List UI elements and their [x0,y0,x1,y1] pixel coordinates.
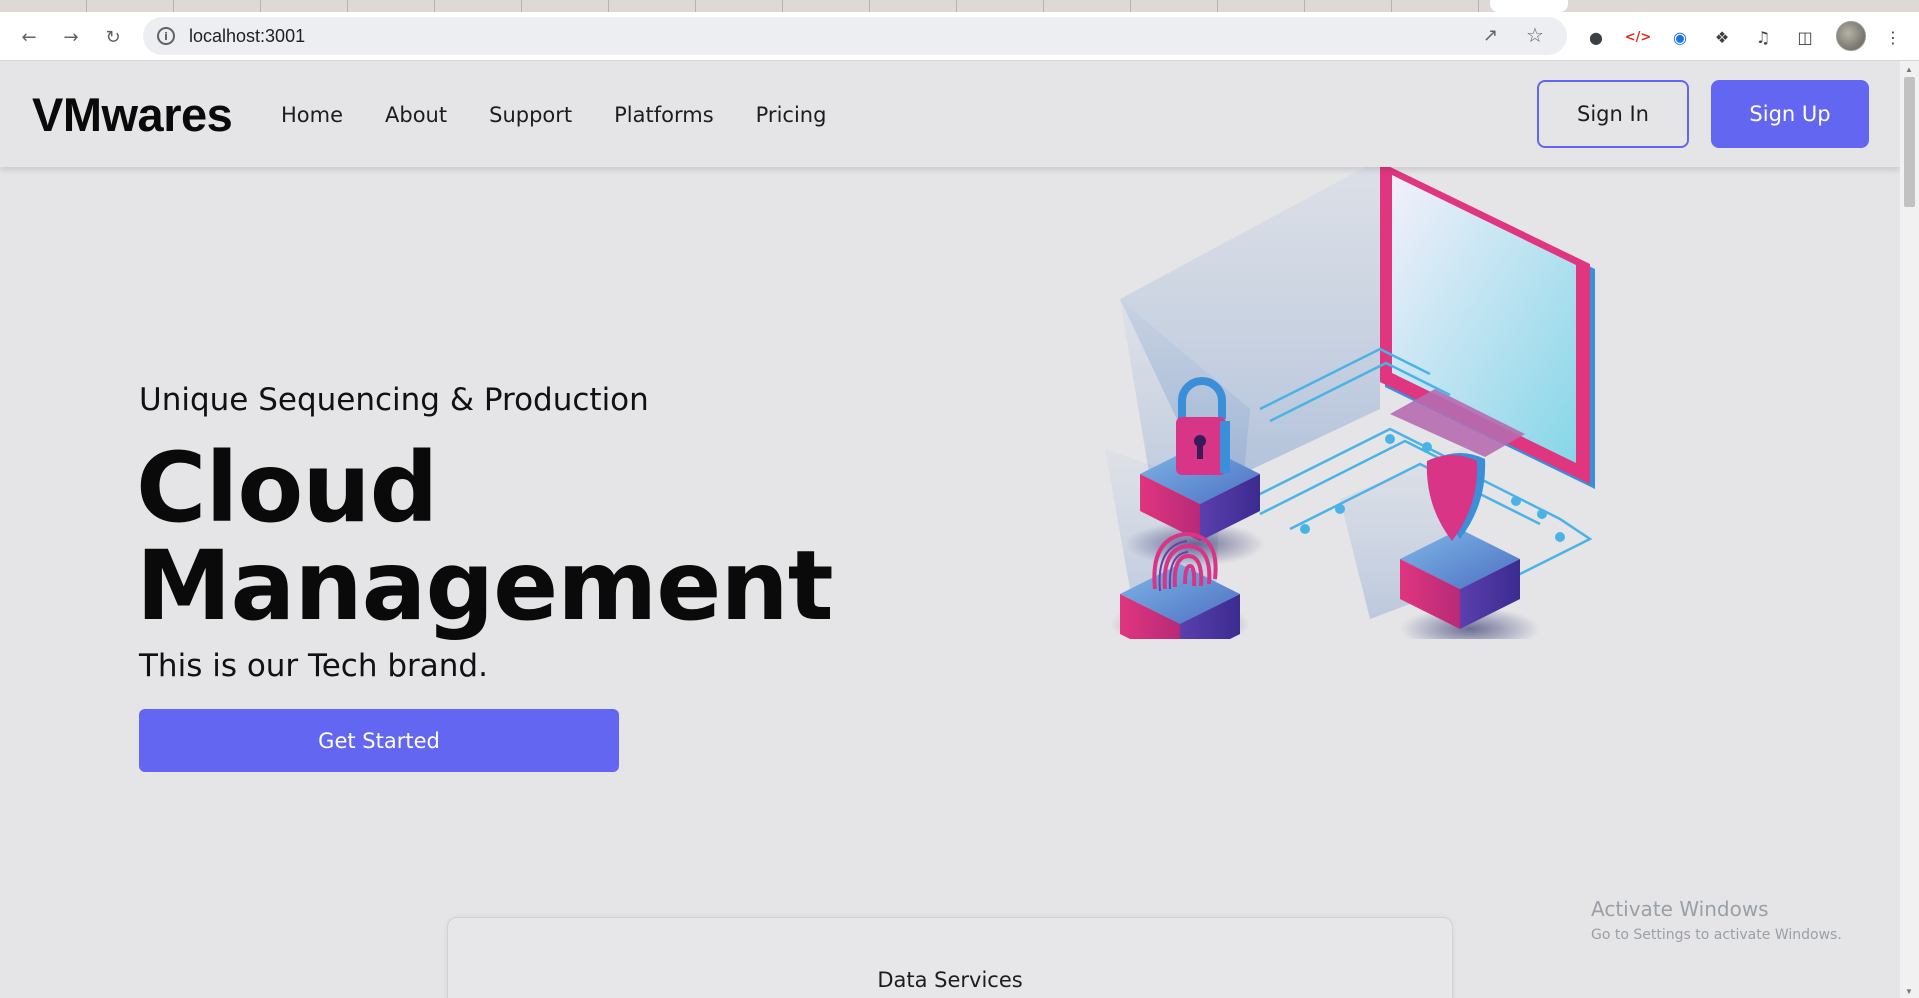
nav-link-platforms[interactable]: Platforms [614,103,714,127]
hero-subtitle: Unique Sequencing & Production [139,382,649,418]
windows-activation-watermark: Activate Windows Go to Settings to activ… [1591,897,1842,943]
browser-tab-strip [0,0,1919,12]
scrollbar-thumb[interactable] [1904,77,1915,207]
tab-separators [0,0,1490,12]
url-text[interactable]: localhost:3001 [189,26,305,47]
bug-extension-icon[interactable]: ● [1583,24,1609,50]
scroll-up-arrow-icon[interactable]: ▲ [1905,65,1913,74]
cloud-security-illustration [1105,159,1595,639]
nav-link-pricing[interactable]: Pricing [756,103,827,127]
chrome-extension-icon[interactable]: ◉ [1667,24,1693,50]
scroll-down-arrow-icon[interactable]: ▼ [1905,987,1913,996]
brand-logo[interactable]: VMwares [32,87,233,142]
watermark-subtitle: Go to Settings to activate Windows. [1591,927,1842,943]
nav-link-home[interactable]: Home [281,103,343,127]
hero-title-line1: Cloud [136,432,438,544]
reload-icon[interactable]: ↻ [98,22,128,52]
page-viewport: VMwares Home About Support Platforms Pri… [0,61,1900,998]
profile-avatar[interactable] [1836,21,1866,51]
page-scrollbar[interactable]: ▲ ▼ [1900,61,1919,998]
hero-title: Cloud Management [136,432,834,642]
active-tab[interactable] [1490,0,1568,12]
browser-toolbar: ← → ↻ i localhost:3001 ↗ ☆ ● </> ◉ ❖ ♫ ◫… [0,12,1919,61]
hero-description: This is our Tech brand. [139,648,488,684]
watermark-title: Activate Windows [1591,897,1769,921]
site-navbar: VMwares Home About Support Platforms Pri… [0,61,1900,167]
site-info-icon[interactable]: i [157,27,175,45]
share-icon[interactable]: ↗ [1483,25,1498,46]
nav-link-about[interactable]: About [385,103,447,127]
address-bar[interactable]: i localhost:3001 ↗ ☆ [143,17,1567,55]
sign-in-button[interactable]: Sign In [1537,80,1689,148]
arrow-left-icon[interactable]: ← [14,22,44,52]
arrow-right-icon[interactable]: → [56,22,86,52]
extensions-puzzle-icon[interactable]: ❖ [1709,24,1735,50]
get-started-button[interactable]: Get Started [139,709,619,772]
data-services-label: Data Services [877,968,1023,992]
side-panel-icon[interactable]: ◫ [1792,24,1818,50]
data-services-card[interactable]: Data Services [447,917,1453,998]
kebab-menu-icon[interactable]: ⋮ [1880,24,1906,50]
sign-up-button[interactable]: Sign Up [1711,80,1869,148]
bookmark-star-icon[interactable]: ☆ [1526,23,1544,47]
nav-links: Home About Support Platforms Pricing [281,103,826,127]
nav-link-support[interactable]: Support [489,103,572,127]
media-control-icon[interactable]: ♫ [1750,24,1776,50]
hero-title-line2: Management [136,530,834,642]
code-extension-icon[interactable]: </> [1625,24,1652,50]
